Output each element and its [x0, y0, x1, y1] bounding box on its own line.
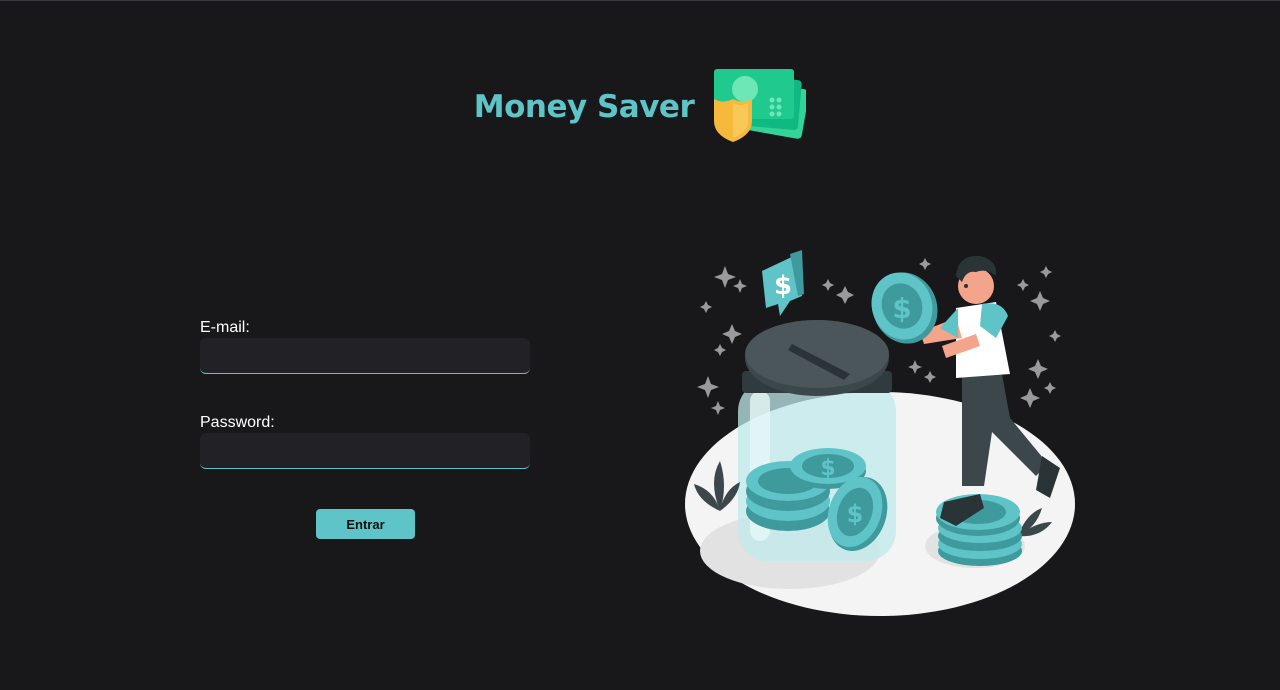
svg-text:$: $ — [847, 500, 864, 528]
svg-text:$: $ — [820, 456, 835, 481]
login-button[interactable]: Entrar — [316, 509, 415, 539]
money-shield-icon — [714, 69, 807, 142]
app-header: Money Saver — [0, 69, 1280, 145]
svg-text:$: $ — [892, 292, 911, 325]
savings-jar-illustration: $ $ $ $ — [685, 250, 1075, 616]
email-field[interactable] — [200, 338, 530, 374]
email-label: E-mail: — [200, 319, 250, 336]
password-label: Password: — [200, 414, 275, 431]
login-form: E-mail: Password: Entrar — [200, 319, 530, 539]
password-field[interactable] — [200, 433, 530, 469]
app-title: Money Saver — [473, 89, 695, 125]
svg-text:$: $ — [774, 271, 792, 301]
